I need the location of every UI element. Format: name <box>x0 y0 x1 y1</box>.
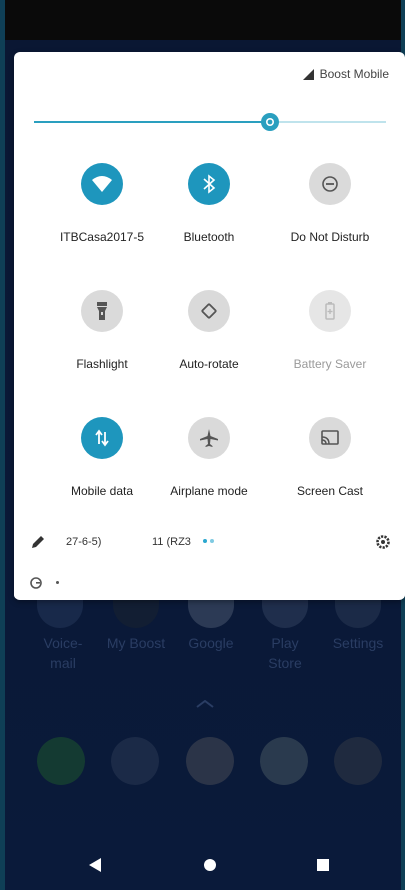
tile-label-screen-cast: Screen Cast <box>296 484 364 498</box>
home-app-label-google[interactable]: Google <box>176 633 246 653</box>
settings-gear-icon[interactable] <box>375 534 391 550</box>
tile-battery-saver[interactable]: Battery Saver <box>270 290 390 371</box>
messages-icon[interactable] <box>111 737 159 785</box>
tile-do-not-disturb[interactable]: Do Not Disturb <box>270 163 390 244</box>
home-app-label-voicemail[interactable]: Voice- mail <box>28 633 98 673</box>
tile-label-do-not-disturb: Do Not Disturb <box>290 230 370 244</box>
page-dot-2 <box>210 539 214 544</box>
auto-rotate-icon <box>188 290 230 332</box>
home-app-label-settings[interactable]: Settings <box>323 633 393 653</box>
tile-flashlight[interactable]: Flashlight <box>42 290 162 371</box>
google-app-notification-icon <box>30 577 42 589</box>
camera-icon[interactable] <box>334 737 382 785</box>
carrier-label: Boost Mobile <box>319 67 389 81</box>
notification-dot-icon <box>56 581 59 584</box>
do-not-disturb-icon <box>309 163 351 205</box>
brightness-slider-fill <box>34 121 270 123</box>
tile-label-mobile-data: Mobile data <box>70 484 134 498</box>
tile-label-airplane-mode: Airplane mode <box>170 484 248 498</box>
brightness-slider[interactable] <box>34 113 386 131</box>
battery-saver-icon <box>309 290 351 332</box>
app-drawer-arrow-icon[interactable] <box>195 700 215 708</box>
quick-settings-footer: 27-6-5) 11 (RZ3 <box>14 534 405 564</box>
chrome-icon[interactable] <box>186 737 234 785</box>
tile-screen-cast[interactable]: Screen Cast <box>270 417 390 498</box>
edit-pencil-icon[interactable] <box>30 534 46 550</box>
carrier-status: Boost Mobile <box>302 67 389 81</box>
tile-label-bluetooth: Bluetooth <box>183 230 235 244</box>
tile-mobile-data[interactable]: Mobile data <box>42 417 162 498</box>
tile-airplane-mode[interactable]: Airplane mode <box>149 417 269 498</box>
build-number-left: 27-6-5) <box>66 536 102 548</box>
brightness-icon[interactable] <box>259 111 281 133</box>
back-button-icon[interactable] <box>88 857 102 873</box>
page-dot-1 <box>203 539 207 544</box>
tile-label-flashlight: Flashlight <box>76 357 128 371</box>
quick-settings-panel: Boost Mobile ITBCasa2017-5 Bluetooth Do … <box>14 52 405 600</box>
home-button-icon[interactable] <box>203 858 217 872</box>
tile-label-wifi: ITBCasa2017-5 <box>59 230 145 244</box>
recents-button-icon[interactable] <box>316 858 330 872</box>
tile-wifi[interactable]: ITBCasa2017-5 <box>42 163 162 244</box>
tile-label-battery-saver: Battery Saver <box>293 357 367 371</box>
cast-icon <box>309 417 351 459</box>
tile-label-auto-rotate: Auto-rotate <box>179 357 239 371</box>
tile-bluetooth[interactable]: Bluetooth <box>149 163 269 244</box>
tile-auto-rotate[interactable]: Auto-rotate <box>149 290 269 371</box>
notification-strip[interactable] <box>14 567 405 599</box>
mobile-data-icon <box>81 417 123 459</box>
home-app-label-play-store[interactable]: Play Store <box>250 633 320 673</box>
build-number-right: 11 (RZ3 <box>152 536 191 548</box>
navigation-bar <box>0 840 405 890</box>
flashlight-icon <box>81 290 123 332</box>
bluetooth-icon <box>188 163 230 205</box>
photos-icon[interactable] <box>260 737 308 785</box>
phone-icon[interactable] <box>37 737 85 785</box>
airplane-icon <box>188 417 230 459</box>
page-indicator <box>200 535 214 547</box>
wifi-icon <box>81 163 123 205</box>
signal-icon <box>302 68 314 80</box>
home-app-label-my-boost[interactable]: My Boost <box>101 633 171 653</box>
